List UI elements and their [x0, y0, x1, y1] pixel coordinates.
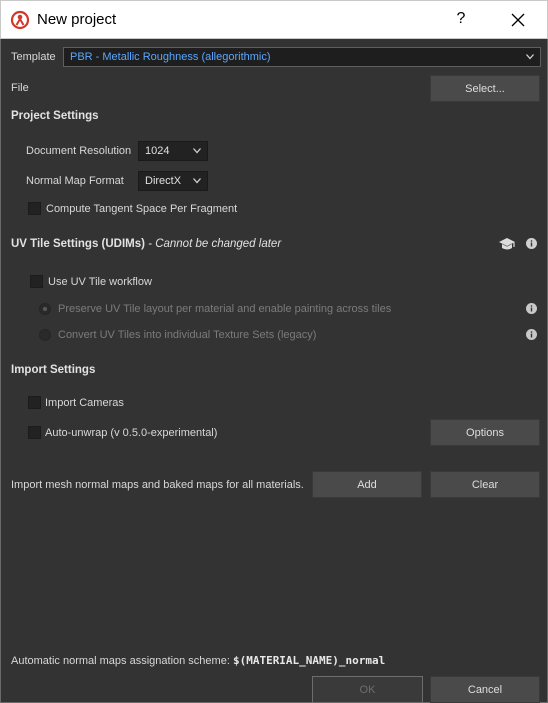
window-title: New project	[37, 11, 117, 28]
template-value: PBR - Metallic Roughness (allegorithmic)	[70, 51, 271, 63]
auto-unwrap-checkbox[interactable]	[28, 426, 41, 439]
substance-painter-logo-icon	[10, 10, 30, 30]
import-cameras-checkbox[interactable]	[28, 396, 41, 409]
help-button[interactable]: ?	[454, 10, 468, 28]
template-label: Template	[11, 51, 56, 63]
uv-tile-heading-note: - Cannot be changed later	[144, 238, 282, 250]
normal-map-format-value: DirectX	[145, 175, 182, 187]
uv-tile-heading-text: UV Tile Settings (UDIMs)	[11, 238, 145, 250]
info-icon[interactable]	[526, 238, 537, 249]
scheme-value: $(MATERIAL_NAME)_normal	[232, 654, 386, 667]
select-file-button[interactable]: Select...	[430, 75, 540, 102]
chevron-down-icon	[526, 54, 534, 60]
graduation-cap-icon[interactable]	[498, 237, 516, 251]
compute-tangent-checkbox[interactable]	[28, 202, 41, 215]
chevron-down-icon	[193, 178, 201, 184]
document-resolution-value: 1024	[145, 145, 170, 157]
dialog-content: Template PBR - Metallic Roughness (alleg…	[0, 39, 548, 703]
normal-maps-description: Import mesh normal maps and baked maps f…	[11, 479, 304, 491]
add-button[interactable]: Add	[312, 471, 422, 498]
uv-tile-settings-heading: UV Tile Settings (UDIMs) - Cannot be cha…	[11, 238, 281, 250]
project-settings-heading: Project Settings	[11, 110, 99, 122]
document-resolution-label: Document Resolution	[26, 145, 132, 157]
title-bar: New project ?	[0, 0, 548, 39]
scheme-label: Automatic normal maps assignation scheme…	[11, 655, 230, 667]
options-button[interactable]: Options	[430, 419, 540, 446]
file-label: File	[11, 82, 29, 94]
compute-tangent-label: Compute Tangent Space Per Fragment	[46, 203, 238, 215]
use-uv-tile-checkbox[interactable]	[30, 275, 43, 288]
normal-maps-scheme: Automatic normal maps assignation scheme…	[11, 654, 385, 667]
import-settings-heading: Import Settings	[11, 364, 96, 376]
import-cameras-label: Import Cameras	[45, 397, 124, 409]
cancel-button[interactable]: Cancel	[430, 676, 540, 703]
document-resolution-dropdown[interactable]: 1024	[138, 141, 208, 161]
info-icon[interactable]	[526, 329, 537, 340]
close-icon[interactable]	[510, 12, 526, 28]
preserve-uv-radio[interactable]	[39, 303, 51, 315]
preserve-uv-label: Preserve UV Tile layout per material and…	[58, 303, 392, 315]
chevron-down-icon	[193, 148, 201, 154]
normal-map-format-label: Normal Map Format	[26, 175, 124, 187]
template-dropdown[interactable]: PBR - Metallic Roughness (allegorithmic)	[63, 47, 541, 67]
clear-button[interactable]: Clear	[430, 471, 540, 498]
ok-button[interactable]: OK	[312, 676, 423, 703]
auto-unwrap-label: Auto-unwrap (v 0.5.0-experimental)	[45, 427, 218, 439]
normal-map-format-dropdown[interactable]: DirectX	[138, 171, 208, 191]
info-icon[interactable]	[526, 303, 537, 314]
convert-uv-label: Convert UV Tiles into individual Texture…	[58, 329, 317, 341]
use-uv-tile-label: Use UV Tile workflow	[48, 276, 152, 288]
convert-uv-radio[interactable]	[39, 329, 51, 341]
